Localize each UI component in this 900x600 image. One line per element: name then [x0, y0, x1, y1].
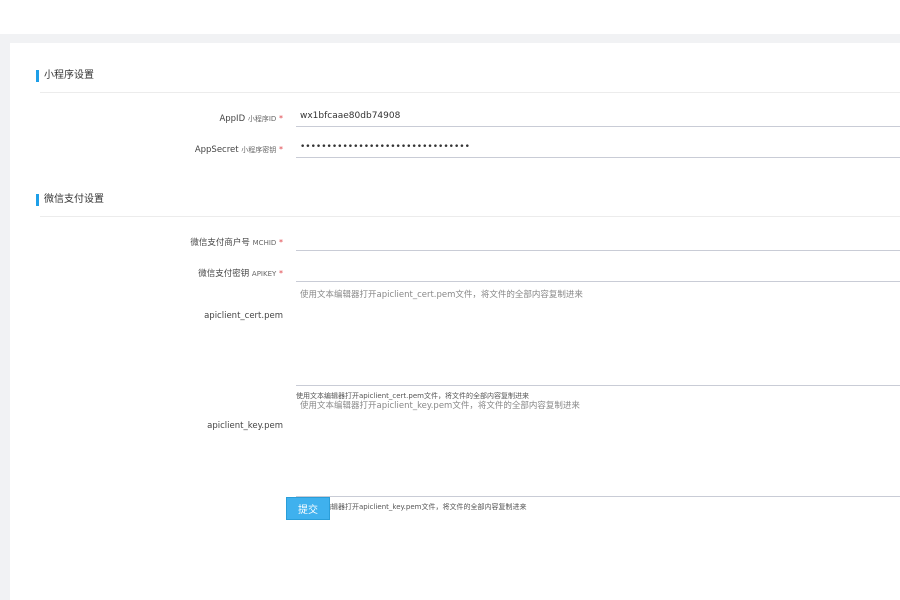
appsecret-input[interactable]	[296, 136, 900, 158]
key-label: apiclient_key.pem	[207, 421, 283, 431]
appid-label: AppID 小程序ID *	[219, 113, 283, 125]
section-title-miniprogram: 小程序设置	[36, 70, 94, 82]
appsecret-label-text: AppSecret	[194, 145, 239, 155]
mchid-label-text: 微信支付商户号	[190, 238, 250, 248]
appid-input[interactable]	[296, 105, 900, 127]
cert-textarea[interactable]	[296, 282, 900, 386]
cert-label: apiclient_cert.pem	[204, 311, 283, 321]
appsecret-label-sub: 小程序密钥	[241, 146, 277, 154]
section-divider	[40, 92, 900, 93]
apikey-input[interactable]	[296, 260, 900, 282]
appid-label-text: AppID	[219, 114, 246, 124]
mchid-label-sub: MCHID	[252, 239, 277, 247]
section-title-wxpay: 微信支付设置	[36, 194, 104, 206]
apikey-label: 微信支付密钥 APIKEY *	[198, 268, 283, 280]
required-mark: *	[279, 114, 283, 123]
settings-panel: 小程序设置 AppID 小程序ID * AppSecret 小程序密钥 * 微信…	[10, 43, 900, 600]
submit-button[interactable]: 提交	[286, 497, 330, 520]
required-mark: *	[279, 269, 283, 278]
mchid-label: 微信支付商户号 MCHID *	[190, 237, 283, 249]
key-textarea[interactable]	[296, 393, 900, 497]
required-mark: *	[279, 145, 283, 154]
required-mark: *	[279, 238, 283, 247]
appid-label-sub: 小程序ID	[247, 115, 277, 123]
apikey-label-sub: APIKEY	[251, 270, 277, 278]
apikey-label-text: 微信支付密钥	[198, 269, 250, 279]
top-bar	[0, 0, 900, 34]
key-hint: 使用文本编辑器打开apiclient_key.pem文件，将文件的全部内容复制进…	[296, 503, 527, 511]
section-divider	[40, 216, 900, 217]
appsecret-label: AppSecret 小程序密钥 *	[195, 144, 283, 156]
mchid-input[interactable]	[296, 229, 900, 251]
